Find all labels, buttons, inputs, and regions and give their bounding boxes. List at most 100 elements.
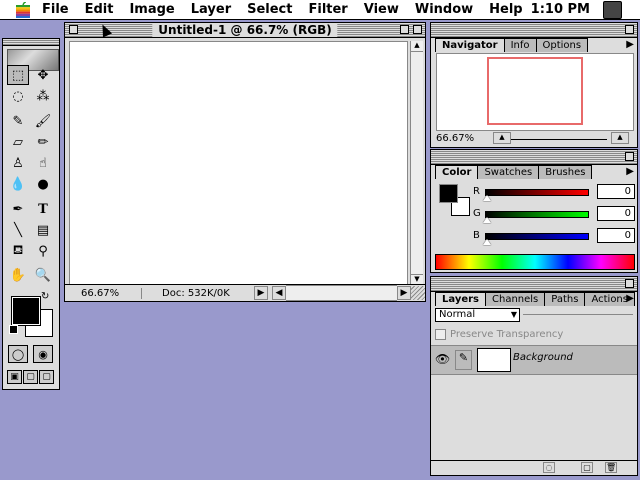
- document-titlebar[interactable]: Untitled-1 @ 66.7% (RGB): [65, 23, 425, 38]
- status-menu-arrow-icon[interactable]: ▶: [254, 286, 268, 300]
- paintbrush-icon[interactable]: ✎: [455, 350, 472, 370]
- menu-select[interactable]: Select: [239, 0, 300, 19]
- blue-slider-handle[interactable]: [483, 239, 491, 245]
- layer-name[interactable]: Background: [513, 352, 573, 363]
- navigator-titlebar[interactable]: [431, 23, 637, 38]
- application-switcher-icon[interactable]: [603, 1, 622, 19]
- new-layer-icon[interactable]: ▢: [581, 462, 593, 473]
- swap-colors-icon[interactable]: ↻: [41, 291, 49, 302]
- line-tool-icon[interactable]: ╲: [7, 220, 29, 240]
- red-slider-handle[interactable]: [483, 195, 491, 201]
- lasso-tool-icon[interactable]: ◌: [7, 86, 29, 106]
- pencil-tool-icon[interactable]: ✏: [32, 132, 54, 152]
- menu-help[interactable]: Help: [481, 0, 530, 19]
- menu-layer[interactable]: Layer: [183, 0, 239, 19]
- menu-clock[interactable]: 1:10 PM: [531, 0, 590, 19]
- tab-paths[interactable]: Paths: [544, 292, 586, 306]
- magic-wand-tool-icon[interactable]: ⁂: [32, 86, 54, 106]
- green-ramp[interactable]: [485, 211, 589, 218]
- close-box-icon[interactable]: [69, 25, 78, 34]
- menu-filter[interactable]: Filter: [300, 0, 355, 19]
- apple-menu-icon[interactable]: [12, 1, 34, 19]
- standard-mode-icon[interactable]: ◯: [8, 345, 28, 363]
- zoom-tool-icon[interactable]: 🔍: [32, 265, 54, 285]
- tab-navigator[interactable]: Navigator: [435, 38, 505, 52]
- color-spectrum-bar[interactable]: [435, 254, 635, 270]
- blur-tool-icon[interactable]: 💧: [7, 174, 29, 194]
- layer-thumbnail[interactable]: [477, 348, 511, 372]
- palette-collapse-icon[interactable]: [625, 152, 634, 161]
- collapse-box-icon[interactable]: [413, 25, 422, 34]
- marquee-tool-icon[interactable]: ⬚: [7, 65, 29, 85]
- blue-ramp[interactable]: [485, 233, 589, 240]
- eyedropper-tool-icon[interactable]: ⚲: [32, 241, 54, 261]
- paintbrush-tool-icon[interactable]: 🖌: [32, 111, 54, 131]
- red-ramp[interactable]: [485, 189, 589, 196]
- layer-row[interactable]: 👁 ✎ Background: [431, 345, 637, 375]
- trash-icon[interactable]: 🗑: [605, 462, 617, 473]
- navigator-view-box[interactable]: [487, 57, 583, 125]
- scroll-right-arrow-icon[interactable]: ▶: [397, 286, 411, 300]
- foreground-color-swatch[interactable]: [11, 296, 41, 326]
- layer-mask-icon[interactable]: ◌: [543, 462, 555, 473]
- blue-slider[interactable]: B 0: [473, 228, 635, 248]
- green-slider[interactable]: G 0: [473, 206, 635, 226]
- standard-screen-icon[interactable]: ▣: [7, 370, 22, 384]
- full-screen-menubar-icon[interactable]: ▢: [23, 370, 38, 384]
- navigator-zoom-level[interactable]: 66.67%: [436, 133, 474, 144]
- preserve-transparency-checkbox[interactable]: Preserve Transparency: [435, 329, 563, 340]
- hand-tool-icon[interactable]: ✋: [7, 265, 29, 285]
- move-tool-icon[interactable]: ✥: [32, 65, 54, 85]
- default-colors-icon[interactable]: [9, 325, 18, 334]
- tab-channels[interactable]: Channels: [485, 292, 546, 306]
- quick-mask-mode-icon[interactable]: ◉: [33, 345, 53, 363]
- palette-menu-arrow-icon[interactable]: ▶: [626, 293, 634, 304]
- menu-file[interactable]: File: [34, 0, 77, 19]
- tab-info[interactable]: Info: [503, 38, 537, 52]
- blue-value-field[interactable]: 0: [597, 228, 635, 243]
- red-value-field[interactable]: 0: [597, 184, 635, 199]
- paint-bucket-tool-icon[interactable]: ⛾: [7, 241, 29, 261]
- palette-collapse-icon[interactable]: [625, 25, 634, 34]
- color-titlebar[interactable]: [431, 150, 637, 165]
- eye-icon[interactable]: 👁: [435, 352, 450, 366]
- scroll-left-arrow-icon[interactable]: ◀: [272, 286, 286, 300]
- red-slider[interactable]: R 0: [473, 184, 635, 204]
- full-screen-icon[interactable]: ▢: [39, 370, 54, 384]
- green-slider-handle[interactable]: [483, 217, 491, 223]
- zoom-out-icon[interactable]: ▲: [493, 132, 511, 144]
- menu-edit[interactable]: Edit: [77, 0, 122, 19]
- gradient-tool-icon[interactable]: ▤: [32, 220, 54, 240]
- zoom-in-icon[interactable]: ▲: [611, 132, 629, 144]
- tab-color[interactable]: Color: [435, 165, 479, 179]
- layers-titlebar[interactable]: [431, 277, 637, 292]
- tab-swatches[interactable]: Swatches: [477, 165, 540, 179]
- foreground-color-swatch[interactable]: [439, 184, 458, 203]
- tab-layers[interactable]: Layers: [435, 292, 486, 306]
- palette-collapse-icon[interactable]: [625, 279, 634, 288]
- tab-options[interactable]: Options: [535, 38, 589, 52]
- zoom-level[interactable]: 66.67%: [65, 287, 142, 299]
- smudge-tool-icon[interactable]: ☝: [32, 153, 54, 173]
- navigator-preview[interactable]: [436, 53, 634, 131]
- menu-window[interactable]: Window: [407, 0, 481, 19]
- menu-view[interactable]: View: [356, 0, 407, 19]
- rubber-stamp-tool-icon[interactable]: ♙: [7, 153, 29, 173]
- zoom-slider[interactable]: [511, 139, 607, 140]
- type-tool-icon[interactable]: T: [32, 199, 54, 219]
- tab-brushes[interactable]: Brushes: [538, 165, 593, 179]
- resize-handle-icon[interactable]: [411, 286, 425, 300]
- pen-tool-icon[interactable]: ✒: [7, 199, 29, 219]
- blend-mode-select[interactable]: Normal ▼: [435, 308, 520, 322]
- menu-image[interactable]: Image: [121, 0, 182, 19]
- vertical-scrollbar[interactable]: ▲ ▼: [410, 41, 423, 285]
- toolbox-titlebar[interactable]: [3, 39, 59, 46]
- palette-menu-arrow-icon[interactable]: ▶: [626, 166, 634, 177]
- airbrush-tool-icon[interactable]: ✎: [7, 111, 29, 131]
- horizontal-scrollbar[interactable]: [286, 285, 397, 301]
- eraser-tool-icon[interactable]: ▱: [7, 132, 29, 152]
- document-canvas[interactable]: [69, 41, 408, 285]
- dodge-tool-icon[interactable]: ●: [32, 174, 54, 194]
- palette-menu-arrow-icon[interactable]: ▶: [626, 39, 634, 50]
- green-value-field[interactable]: 0: [597, 206, 635, 221]
